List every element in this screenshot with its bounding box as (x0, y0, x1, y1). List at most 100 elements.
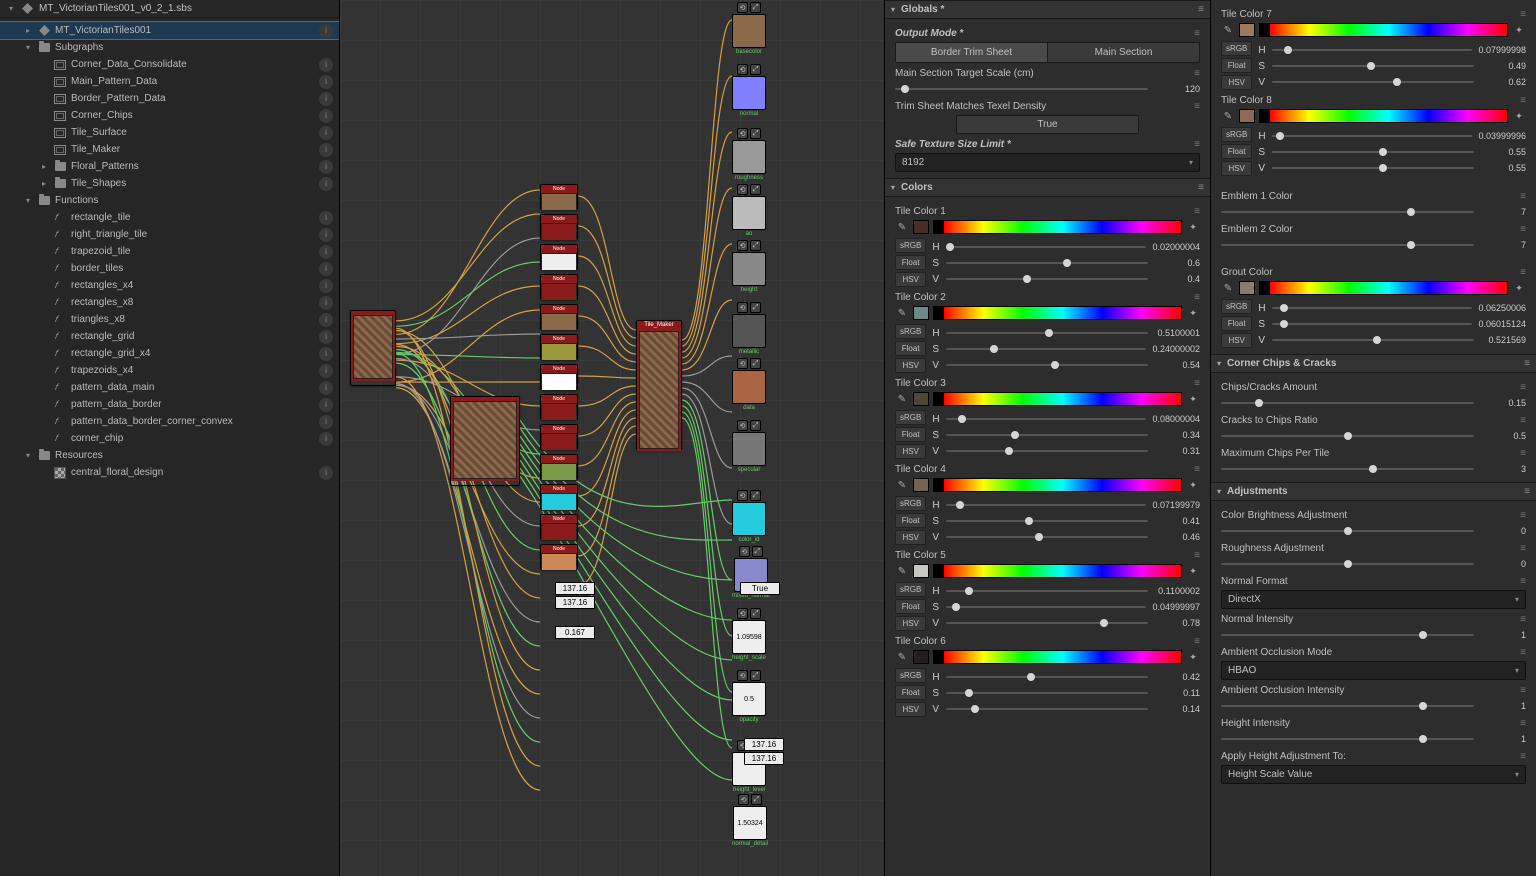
menu-icon[interactable]: ≡ (1194, 68, 1200, 79)
tree-item[interactable]: Border_Pattern_Data i (0, 90, 339, 107)
height-intensity-slider[interactable] (1221, 738, 1474, 740)
fx-icon[interactable]: ✦ (1186, 220, 1200, 234)
sat-slider[interactable] (946, 262, 1148, 264)
tree-item[interactable]: rectangles_x8 i (0, 294, 339, 311)
expand-icon[interactable]: ⤢ (750, 358, 761, 369)
output-node[interactable]: ⟲⤢ 0.5 opacity (732, 670, 766, 723)
tree-item[interactable]: Tile_Surface i (0, 124, 339, 141)
output-node[interactable]: ⟲⤢ specular (732, 420, 766, 473)
val-slider[interactable] (1272, 167, 1474, 169)
expand-icon[interactable]: ⤢ (750, 184, 761, 195)
graph-node[interactable]: Node (540, 334, 578, 360)
menu-icon[interactable]: ≡ (1520, 9, 1526, 20)
color-swatch[interactable] (913, 306, 929, 320)
expand-icon[interactable]: ⤢ (750, 420, 761, 431)
menu-icon[interactable]: ≡ (1194, 28, 1200, 39)
color-swatch[interactable] (913, 392, 929, 406)
graph-node[interactable] (450, 396, 520, 486)
srgb-btn[interactable]: sRGB (1221, 127, 1252, 142)
eyedropper-icon[interactable]: ✎ (895, 650, 909, 664)
root-graph-row[interactable]: ▸ MT_VictorianTiles001 i (0, 22, 339, 39)
info-icon[interactable]: i (319, 415, 333, 429)
info-icon[interactable]: i (319, 177, 333, 191)
hue-slider[interactable] (946, 332, 1148, 334)
hue-slider[interactable] (1272, 49, 1472, 51)
tree-item[interactable]: Tile_Maker i (0, 141, 339, 158)
hsv-btn[interactable]: HSV (895, 444, 926, 459)
graph-node[interactable]: Node (540, 214, 578, 240)
color-swatch[interactable] (1239, 23, 1255, 37)
sat-slider[interactable] (1272, 151, 1474, 153)
info-icon[interactable]: i (319, 364, 333, 378)
tree-item[interactable]: pattern_data_border_corner_convex i (0, 413, 339, 430)
tree-item[interactable]: pattern_data_main i (0, 379, 339, 396)
value-node[interactable]: 137.16 (555, 582, 595, 595)
hue-bar[interactable] (933, 306, 1182, 320)
chips-ratio-slider[interactable] (1221, 435, 1474, 437)
chips-amount-slider[interactable] (1221, 402, 1474, 404)
srgb-btn[interactable]: sRGB (895, 238, 926, 253)
graph-node[interactable]: Node (540, 454, 578, 480)
eyedropper-icon[interactable]: ✎ (1221, 281, 1235, 295)
pin-icon[interactable]: ⟲ (739, 546, 750, 557)
tree-item[interactable]: rectangle_grid i (0, 328, 339, 345)
tree-item[interactable]: border_tiles i (0, 260, 339, 277)
fx-icon[interactable]: ✦ (1512, 23, 1526, 37)
hue-bar[interactable] (933, 392, 1182, 406)
hue-bar[interactable] (1259, 23, 1508, 37)
collapse-icon[interactable]: ▾ (6, 4, 16, 13)
expand-icon[interactable]: ⤢ (750, 490, 761, 501)
float-btn[interactable]: Float (895, 341, 926, 356)
float-btn[interactable]: Float (895, 255, 926, 270)
hsv-btn[interactable]: HSV (895, 272, 926, 287)
info-icon[interactable]: i (319, 75, 333, 89)
float-btn[interactable]: Float (895, 427, 926, 442)
menu-icon[interactable]: ≡ (1194, 550, 1200, 561)
menu-icon[interactable]: ≡ (1520, 448, 1526, 459)
main-section-btn[interactable]: Main Section (1048, 43, 1199, 62)
eyedropper-icon[interactable]: ✎ (895, 478, 909, 492)
srgb-btn[interactable]: sRGB (1221, 299, 1252, 314)
border-trim-btn[interactable]: Border Trim Sheet (896, 43, 1048, 62)
menu-icon[interactable]: ≡ (1194, 139, 1200, 150)
expand-icon[interactable]: ⤢ (750, 608, 761, 619)
tree-item[interactable]: Corner_Data_Consolidate i (0, 56, 339, 73)
pin-icon[interactable]: ⟲ (737, 670, 748, 681)
sat-slider[interactable] (946, 692, 1148, 694)
hue-bar[interactable] (1259, 109, 1508, 123)
hsv-btn[interactable]: HSV (1221, 75, 1252, 90)
functions-folder[interactable]: ▾ Functions (0, 192, 339, 209)
info-icon[interactable]: i (319, 92, 333, 106)
tree-item[interactable]: right_triangle_tile i (0, 226, 339, 243)
menu-icon[interactable]: ≡ (1194, 378, 1200, 389)
graph-node[interactable]: Node (540, 304, 578, 330)
menu-icon[interactable]: ≡ (1520, 95, 1526, 106)
texel-density-btn[interactable]: True (956, 115, 1139, 134)
hsv-btn[interactable]: HSV (1221, 333, 1252, 348)
output-node[interactable]: ⟲⤢ color_id (732, 490, 766, 543)
value-node[interactable]: 137.16 (555, 596, 595, 609)
value-node[interactable]: 137.16 (744, 752, 784, 765)
eyedropper-icon[interactable]: ✎ (895, 220, 909, 234)
tex-size-limit-dropdown[interactable]: 8192▾ (895, 153, 1200, 172)
fx-icon[interactable]: ✦ (1512, 109, 1526, 123)
float-btn[interactable]: Float (895, 599, 926, 614)
info-icon[interactable]: i (319, 24, 333, 38)
color-swatch[interactable] (913, 564, 929, 578)
menu-icon[interactable]: ≡ (1194, 464, 1200, 475)
color-swatch[interactable] (913, 650, 929, 664)
node-graph-view[interactable]: Tile_Maker Node Node Node Node Node Node… (340, 0, 884, 876)
info-icon[interactable]: i (319, 313, 333, 327)
info-icon[interactable]: i (319, 330, 333, 344)
info-icon[interactable]: i (319, 347, 333, 361)
hue-slider[interactable] (1272, 135, 1472, 137)
menu-icon[interactable]: ≡ (1194, 206, 1200, 217)
val-slider[interactable] (1272, 81, 1474, 83)
menu-icon[interactable]: ≡ (1198, 4, 1204, 15)
srgb-btn[interactable]: sRGB (895, 496, 926, 511)
output-node[interactable]: ⟲⤢ data (732, 358, 766, 411)
menu-icon[interactable]: ≡ (1524, 358, 1530, 369)
graph-node[interactable]: Node (540, 244, 578, 270)
menu-icon[interactable]: ≡ (1520, 576, 1526, 587)
adjustments-header[interactable]: ▾Adjustments≡ (1211, 482, 1536, 501)
